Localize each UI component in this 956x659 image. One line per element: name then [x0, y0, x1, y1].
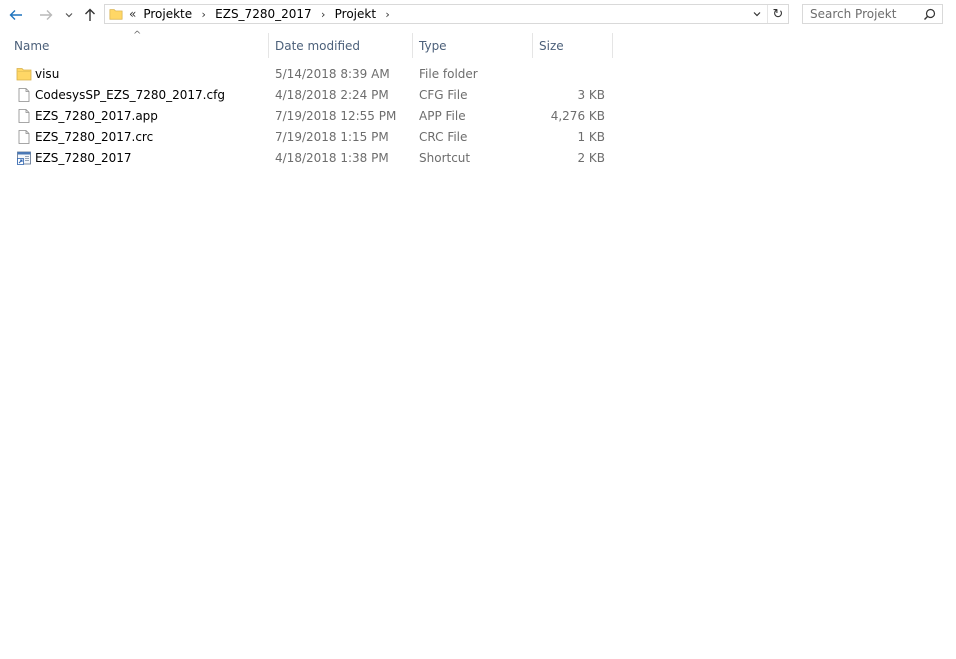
file-row-ezs-app[interactable]: EZS_7280_2017.app 7/19/2018 12:55 PM APP…	[10, 106, 613, 127]
shortcut-icon	[17, 151, 31, 165]
refresh-button[interactable]: ↻	[767, 5, 788, 23]
arrow-right-icon	[40, 10, 53, 20]
back-button[interactable]	[6, 5, 26, 25]
recent-locations-button[interactable]	[62, 5, 76, 25]
search-icon[interactable]	[923, 8, 936, 21]
column-header-type-label: Type	[419, 38, 447, 53]
search-input[interactable]	[810, 7, 918, 21]
up-button[interactable]	[81, 5, 99, 25]
column-header-name-label: Name	[14, 38, 50, 53]
column-header-type[interactable]: Type	[413, 33, 533, 58]
forward-button[interactable]	[36, 5, 56, 25]
folder-icon	[109, 9, 123, 20]
file-date-modified: 4/18/2018 2:24 PM	[275, 88, 389, 102]
arrow-up-icon	[85, 8, 95, 21]
address-history-dropdown[interactable]	[748, 5, 766, 23]
file-date-modified: 7/19/2018 12:55 PM	[275, 109, 397, 123]
file-date-modified: 7/19/2018 1:15 PM	[275, 130, 389, 144]
column-header-name[interactable]: Name	[8, 33, 269, 58]
breadcrumb-projekte[interactable]: Projekte	[143, 7, 192, 21]
file-date-modified: 5/14/2018 8:39 AM	[275, 67, 390, 81]
file-row-codesyssp-cfg[interactable]: CodesysSP_EZS_7280_2017.cfg 4/18/2018 2:…	[10, 85, 613, 106]
search-box[interactable]	[802, 4, 943, 24]
file-name: EZS_7280_2017.app	[35, 109, 158, 123]
file-type: Shortcut	[419, 151, 471, 165]
breadcrumb-overflow[interactable]: «	[129, 7, 136, 21]
breadcrumb-separator[interactable]: ›	[312, 8, 335, 21]
breadcrumb-separator[interactable]: ›	[376, 8, 399, 21]
file-date-modified: 4/18/2018 1:38 PM	[275, 151, 389, 165]
navigation-bar: « Projekte › EZS_7280_2017 › Projekt › ↻	[0, 0, 956, 30]
file-size: 3 KB	[577, 88, 605, 102]
file-name: EZS_7280_2017	[35, 151, 132, 165]
arrow-left-icon	[9, 10, 22, 20]
column-header-size[interactable]: Size	[533, 33, 613, 58]
file-row-ezs-crc[interactable]: EZS_7280_2017.crc 7/19/2018 1:15 PM CRC …	[10, 127, 613, 148]
file-type: APP File	[419, 109, 466, 123]
column-header-date-modified[interactable]: Date modified	[269, 33, 413, 58]
file-icon	[18, 130, 30, 144]
file-icon	[18, 109, 30, 123]
file-row-visu[interactable]: visu 5/14/2018 8:39 AM File folder	[10, 64, 613, 85]
file-size: 1 KB	[577, 130, 605, 144]
refresh-icon: ↻	[772, 6, 784, 22]
file-row-ezs-shortcut[interactable]: EZS_7280_2017 4/18/2018 1:38 PM Shortcut…	[10, 148, 613, 169]
address-bar[interactable]: « Projekte › EZS_7280_2017 › Projekt › ↻	[104, 4, 789, 24]
file-size: 2 KB	[577, 151, 605, 165]
file-name: visu	[35, 67, 60, 81]
column-header-size-label: Size	[539, 38, 564, 53]
file-type: CRC File	[419, 130, 468, 144]
file-type: File folder	[419, 67, 478, 81]
chevron-down-icon	[65, 13, 73, 18]
file-name: CodesysSP_EZS_7280_2017.cfg	[35, 88, 225, 102]
chevron-down-icon	[753, 12, 761, 17]
file-name: EZS_7280_2017.crc	[35, 130, 154, 144]
folder-icon	[16, 68, 32, 81]
breadcrumb-projekt[interactable]: Projekt	[335, 7, 376, 21]
file-icon	[18, 88, 30, 102]
file-size: 4,276 KB	[550, 109, 605, 123]
breadcrumb-ezs-7280-2017[interactable]: EZS_7280_2017	[215, 7, 312, 21]
file-type: CFG File	[419, 88, 468, 102]
column-header-date-label: Date modified	[275, 38, 361, 53]
breadcrumb-separator[interactable]: ›	[192, 8, 215, 21]
